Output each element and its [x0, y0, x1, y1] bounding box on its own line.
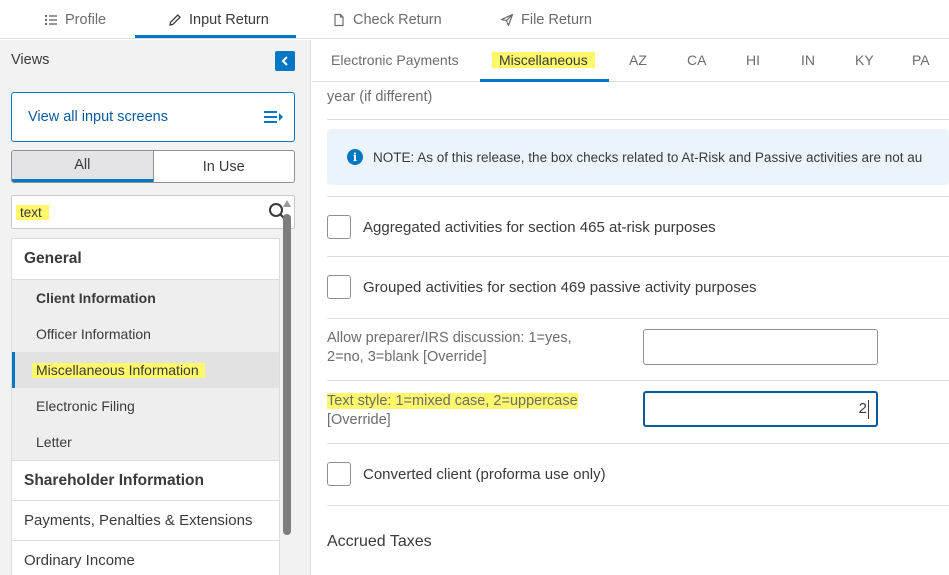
scroll-up-arrow-icon[interactable] — [283, 200, 291, 207]
list-item-label: Miscellaneous Information — [32, 362, 205, 378]
top-navigation: Profile Input Return Check Return File R… — [0, 0, 949, 39]
divider — [327, 196, 949, 197]
group-general[interactable]: General — [12, 239, 279, 280]
input-screens-list: General Client Information Officer Infor… — [11, 238, 280, 575]
tab-profile[interactable]: Profile — [44, 0, 106, 39]
tab-check-return[interactable]: Check Return — [332, 0, 442, 39]
divider — [327, 380, 949, 381]
tab-file-return[interactable]: File Return — [500, 0, 592, 39]
active-subtab-indicator — [480, 79, 609, 82]
search-input-value: text — [16, 205, 49, 220]
list-item-officer-information[interactable]: Officer Information — [12, 316, 279, 352]
preparer-discussion-input[interactable] — [643, 329, 878, 365]
view-filter-toggle: All In Use — [11, 150, 295, 183]
text-style-input[interactable]: 2 — [643, 391, 878, 427]
converted-client-checkbox[interactable] — [327, 462, 351, 486]
pencil-icon — [169, 13, 181, 26]
text-style-input-value: 2 — [858, 400, 867, 417]
group-payments-penalties-extensions[interactable]: Payments, Penalties & Extensions — [12, 500, 279, 540]
converted-client-row: Converted client (proforma use only) — [327, 462, 606, 486]
preparer-discussion-label-line2: 2=no, 3=blank [Override] — [327, 349, 487, 365]
note-banner: i NOTE: As of this release, the box chec… — [327, 129, 949, 185]
divider — [327, 256, 949, 257]
list-item-electronic-filing[interactable]: Electronic Filing — [12, 388, 279, 424]
grouped-activities-checkbox[interactable] — [327, 275, 351, 299]
grouped-activities-label: Grouped activities for section 469 passi… — [363, 278, 757, 296]
divider — [327, 318, 949, 319]
group-shareholder-information[interactable]: Shareholder Information — [12, 460, 279, 500]
list-item-client-information[interactable]: Client Information — [12, 280, 279, 316]
view-all-label: View all input screens — [28, 109, 168, 125]
tab-hi[interactable]: HI — [746, 52, 760, 68]
scroll-thumb[interactable] — [283, 214, 291, 535]
aggregated-activities-label: Aggregated activities for section 465 at… — [363, 218, 716, 236]
document-icon — [334, 13, 344, 26]
tab-profile-label: Profile — [65, 11, 107, 28]
preparer-discussion-label: Allow preparer/IRS discussion: 1=yes, 2=… — [327, 329, 627, 367]
tab-az[interactable]: AZ — [629, 52, 647, 68]
grouped-activities-row: Grouped activities for section 469 passi… — [327, 275, 757, 299]
view-all-input-screens-button[interactable]: View all input screens — [11, 92, 295, 142]
list-scrollbar[interactable] — [282, 200, 292, 535]
active-tab-indicator — [135, 35, 296, 38]
views-label: Views — [11, 52, 50, 68]
divider — [327, 443, 949, 444]
text-style-label-line1: Text style: 1=mixed case, 2=uppercase — [327, 393, 578, 409]
converted-client-label: Converted client (proforma use only) — [363, 465, 606, 483]
text-style-label-line2: [Override] — [327, 412, 391, 428]
text-cursor — [868, 399, 869, 419]
state-tabs: Electronic Payments Miscellaneous AZ CA … — [312, 40, 949, 82]
tab-input-return[interactable]: Input Return — [168, 0, 269, 39]
list-item-miscellaneous-information[interactable]: Miscellaneous Information — [12, 352, 279, 388]
search-input[interactable]: text — [11, 195, 295, 229]
main-panel: Electronic Payments Miscellaneous AZ CA … — [312, 40, 949, 575]
section-title-accrued-taxes: Accrued Taxes — [327, 533, 432, 550]
list-item-letter[interactable]: Letter — [12, 424, 279, 460]
tab-check-return-label: Check Return — [353, 11, 442, 28]
menu-expand-icon — [264, 111, 283, 123]
divider — [327, 119, 949, 120]
filter-all-button[interactable]: All — [12, 151, 153, 182]
aggregated-activities-checkbox[interactable] — [327, 215, 351, 239]
fiscal-year-label-fragment: year (if different) — [327, 89, 433, 105]
note-text: NOTE: As of this release, the box checks… — [373, 149, 923, 165]
tab-pa[interactable]: PA — [912, 52, 930, 68]
sidebar: Views View all input screens All In Use … — [0, 40, 311, 575]
tab-electronic-payments[interactable]: Electronic Payments — [331, 52, 459, 68]
tab-miscellaneous-label: Miscellaneous — [492, 52, 595, 68]
list-icon — [44, 14, 57, 25]
tab-ca[interactable]: CA — [687, 52, 706, 68]
group-ordinary-income[interactable]: Ordinary Income — [12, 540, 279, 575]
collapse-sidebar-button[interactable] — [275, 51, 295, 71]
preparer-discussion-label-line1: Allow preparer/IRS discussion: 1=yes, — [327, 330, 572, 346]
text-style-label: Text style: 1=mixed case, 2=uppercase [O… — [327, 392, 627, 430]
chevron-left-icon — [281, 56, 288, 66]
tab-file-return-label: File Return — [521, 11, 592, 28]
divider — [327, 505, 949, 506]
info-icon: i — [347, 149, 363, 165]
tab-miscellaneous[interactable]: Miscellaneous — [492, 52, 595, 68]
filter-in-use-button[interactable]: In Use — [152, 151, 295, 182]
tab-in[interactable]: IN — [801, 52, 815, 68]
tab-input-return-label: Input Return — [189, 11, 269, 28]
tab-ky[interactable]: KY — [855, 52, 874, 68]
aggregated-activities-row: Aggregated activities for section 465 at… — [327, 215, 716, 239]
send-icon — [500, 13, 514, 26]
